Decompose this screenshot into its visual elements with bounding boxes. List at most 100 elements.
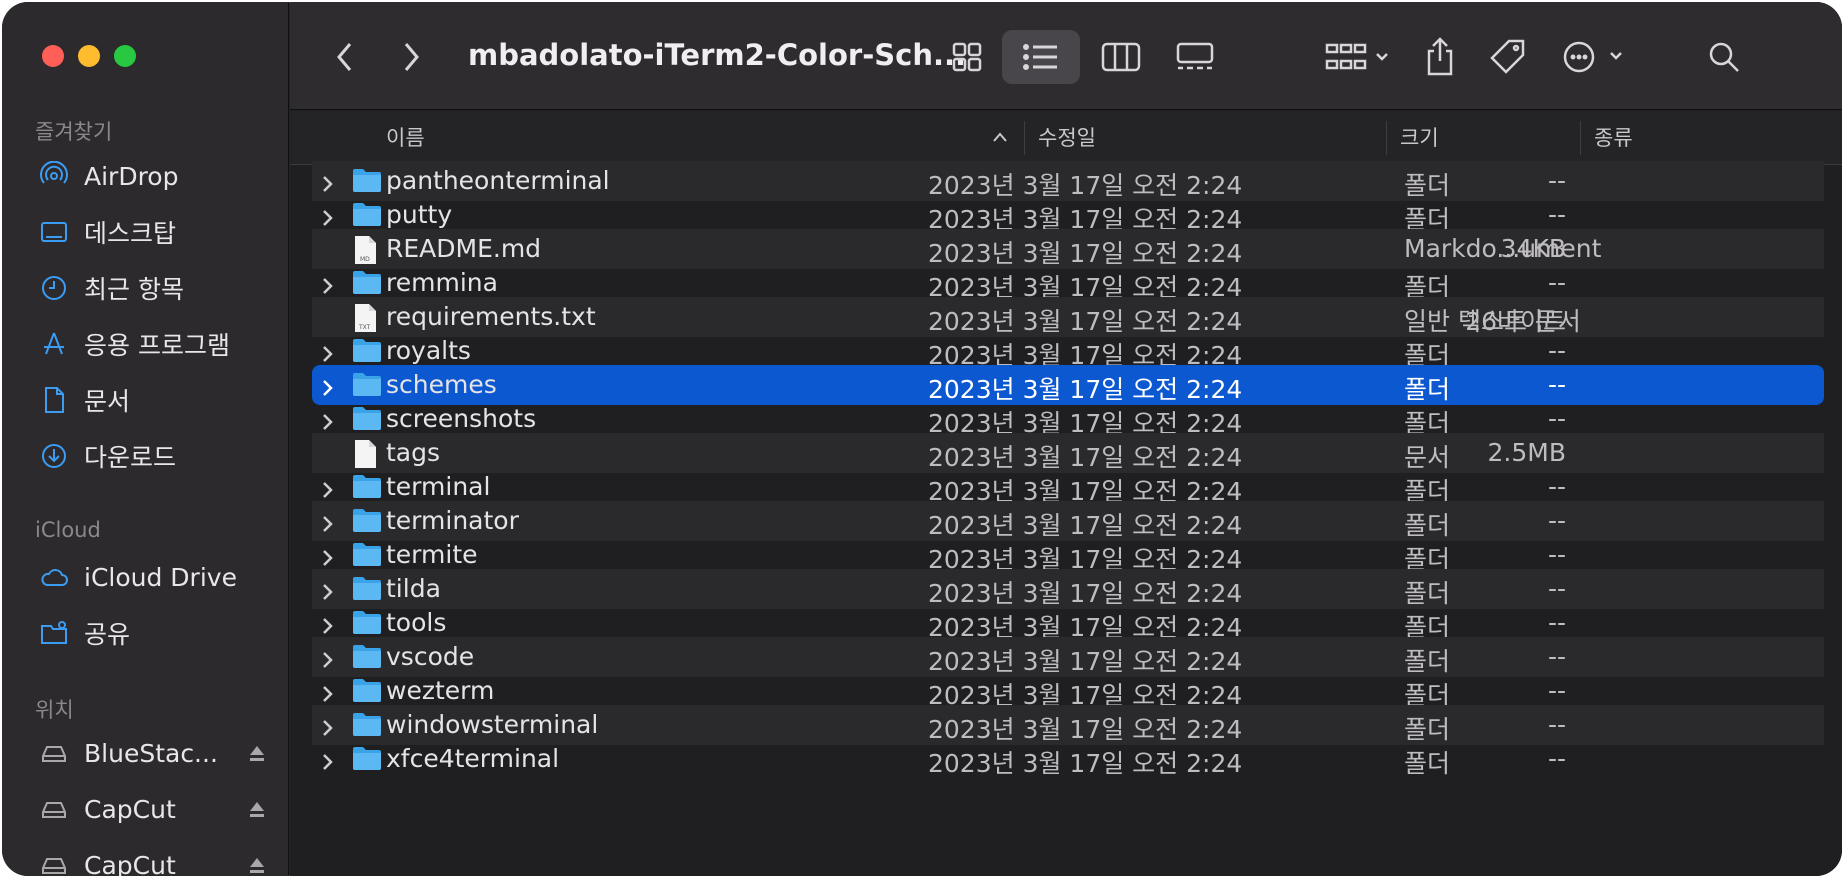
disclosure-triangle[interactable] <box>322 273 336 294</box>
sidebar-item-documents[interactable]: 문서 <box>38 380 273 420</box>
file-name: wezterm <box>386 676 495 705</box>
column-size-header[interactable]: 크기 <box>1400 124 1439 152</box>
column-name-header[interactable]: 이름 <box>386 124 425 152</box>
folder-icon <box>352 371 382 399</box>
file-size: -- <box>1547 506 1566 535</box>
disclosure-triangle[interactable] <box>322 477 336 498</box>
group-by-button[interactable] <box>1322 30 1394 84</box>
sidebar-item-shared[interactable]: 공유 <box>38 613 273 653</box>
disclosure-triangle[interactable] <box>322 579 336 600</box>
column-modified-header[interactable]: 수정일 <box>1038 124 1096 152</box>
close-window-button[interactable] <box>42 45 64 67</box>
back-button[interactable] <box>330 30 360 84</box>
file-name: terminal <box>386 472 491 501</box>
sidebar-item-applications[interactable]: 응용 프로그램 <box>38 324 273 364</box>
sidebar-item-label: CapCut <box>84 850 176 877</box>
sidebar-section-favorites: 즐겨찾기 <box>35 120 113 144</box>
table-row[interactable]: xfce4terminal 2023년 3월 17일 오전 2:24 -- 폴더 <box>312 739 1824 779</box>
svg-text:MD: MD <box>360 256 370 263</box>
folder-icon <box>352 677 382 705</box>
text-file-icon: TXT <box>352 303 382 332</box>
disclosure-triangle[interactable] <box>322 749 336 770</box>
file-name: putty <box>386 200 453 229</box>
sidebar-section-locations: 위치 <box>35 698 74 722</box>
sidebar-item-recents[interactable]: 최근 항목 <box>38 268 273 308</box>
file-size: -- <box>1547 336 1566 365</box>
sidebar-section-icloud: iCloud <box>35 518 101 542</box>
sidebar-item-label: AirDrop <box>84 161 179 191</box>
file-name: screenshots <box>386 404 537 433</box>
file-size: -- <box>1547 166 1566 195</box>
disclosure-triangle[interactable] <box>322 511 336 532</box>
search-button[interactable] <box>1704 30 1744 84</box>
sidebar: 즐겨찾기 AirDrop 데스크탑 최근 항목 응용 프로그램 문서 다운로드 … <box>2 2 289 876</box>
blank-file-icon <box>352 439 382 468</box>
gallery-view-button[interactable] <box>1170 30 1220 84</box>
file-size: -- <box>1547 540 1566 569</box>
tags-button[interactable] <box>1486 30 1530 84</box>
column-divider[interactable] <box>1024 121 1025 155</box>
file-size: -- <box>1547 268 1566 297</box>
file-size: -- <box>1547 370 1566 399</box>
folder-icon <box>352 745 382 773</box>
eject-icon[interactable] <box>247 855 267 875</box>
file-size: -- <box>1547 744 1566 773</box>
column-kind-header[interactable]: 종류 <box>1594 124 1633 152</box>
sidebar-item-capcut[interactable]: CapCut <box>38 789 273 829</box>
sidebar-item-airdrop[interactable]: AirDrop <box>38 156 273 196</box>
desktop-icon <box>38 216 70 248</box>
airdrop-icon <box>38 160 70 192</box>
disclosure-triangle[interactable] <box>322 715 336 736</box>
disclosure-triangle[interactable] <box>322 409 336 430</box>
list-view-button[interactable] <box>1002 30 1080 84</box>
file-modified: 2023년 3월 17일 오전 2:24 <box>928 749 1243 778</box>
file-name: tags <box>386 438 441 467</box>
sidebar-item-label: 응용 프로그램 <box>84 331 230 360</box>
window-title: mbadolato-iTerm2-Color-Sch... <box>468 38 967 72</box>
file-name: royalts <box>386 336 471 365</box>
column-divider[interactable] <box>1580 121 1581 155</box>
share-button[interactable] <box>1420 30 1460 84</box>
share-icon <box>1427 37 1453 76</box>
svg-text:TXT: TXT <box>358 324 371 331</box>
minimize-window-button[interactable] <box>78 45 100 67</box>
sidebar-item-label: 데스크탑 <box>84 219 177 248</box>
folder-icon <box>352 541 382 569</box>
file-name: terminator <box>386 506 519 535</box>
disclosure-triangle[interactable] <box>322 613 336 634</box>
sidebar-item-desktop[interactable]: 데스크탑 <box>38 212 273 252</box>
column-view-button[interactable] <box>1096 30 1146 84</box>
disclosure-triangle[interactable] <box>322 205 336 226</box>
tag-icon <box>1490 39 1525 74</box>
chevron-left-icon <box>337 43 352 71</box>
more-actions-button[interactable] <box>1560 30 1630 84</box>
list-icon <box>1023 44 1057 70</box>
eject-icon[interactable] <box>247 799 267 819</box>
icon-view-button[interactable] <box>944 30 990 84</box>
sidebar-item-label: 공유 <box>84 620 131 649</box>
zoom-window-button[interactable] <box>114 45 136 67</box>
disclosure-triangle[interactable] <box>322 647 336 668</box>
file-size: -- <box>1547 710 1566 739</box>
column-divider[interactable] <box>1386 121 1387 155</box>
file-size: -- <box>1547 676 1566 705</box>
sidebar-item-downloads[interactable]: 다운로드 <box>38 436 273 476</box>
sidebar-item-bluestacks[interactable]: BlueStac... <box>38 733 273 773</box>
disclosure-triangle[interactable] <box>322 171 336 192</box>
file-name: tilda <box>386 574 441 603</box>
disclosure-triangle[interactable] <box>322 341 336 362</box>
forward-button[interactable] <box>396 30 426 84</box>
main-area: mbadolato-iTerm2-Color-Sch... 이름 수정일 크기 … <box>290 2 1842 876</box>
sidebar-item-icloud-drive[interactable]: iCloud Drive <box>38 557 273 597</box>
disclosure-triangle[interactable] <box>322 375 336 396</box>
sidebar-item-capcut-2[interactable]: CapCut <box>38 845 273 876</box>
disclosure-triangle[interactable] <box>322 545 336 566</box>
sidebar-item-label: CapCut <box>84 794 176 824</box>
folder-icon <box>352 609 382 637</box>
folder-icon <box>352 507 382 535</box>
disclosure-triangle[interactable] <box>322 681 336 702</box>
file-kind: Markdo...ument <box>1404 234 1602 263</box>
eject-icon[interactable] <box>247 743 267 763</box>
file-name: tools <box>386 608 447 637</box>
shared-folder-icon <box>38 617 70 649</box>
